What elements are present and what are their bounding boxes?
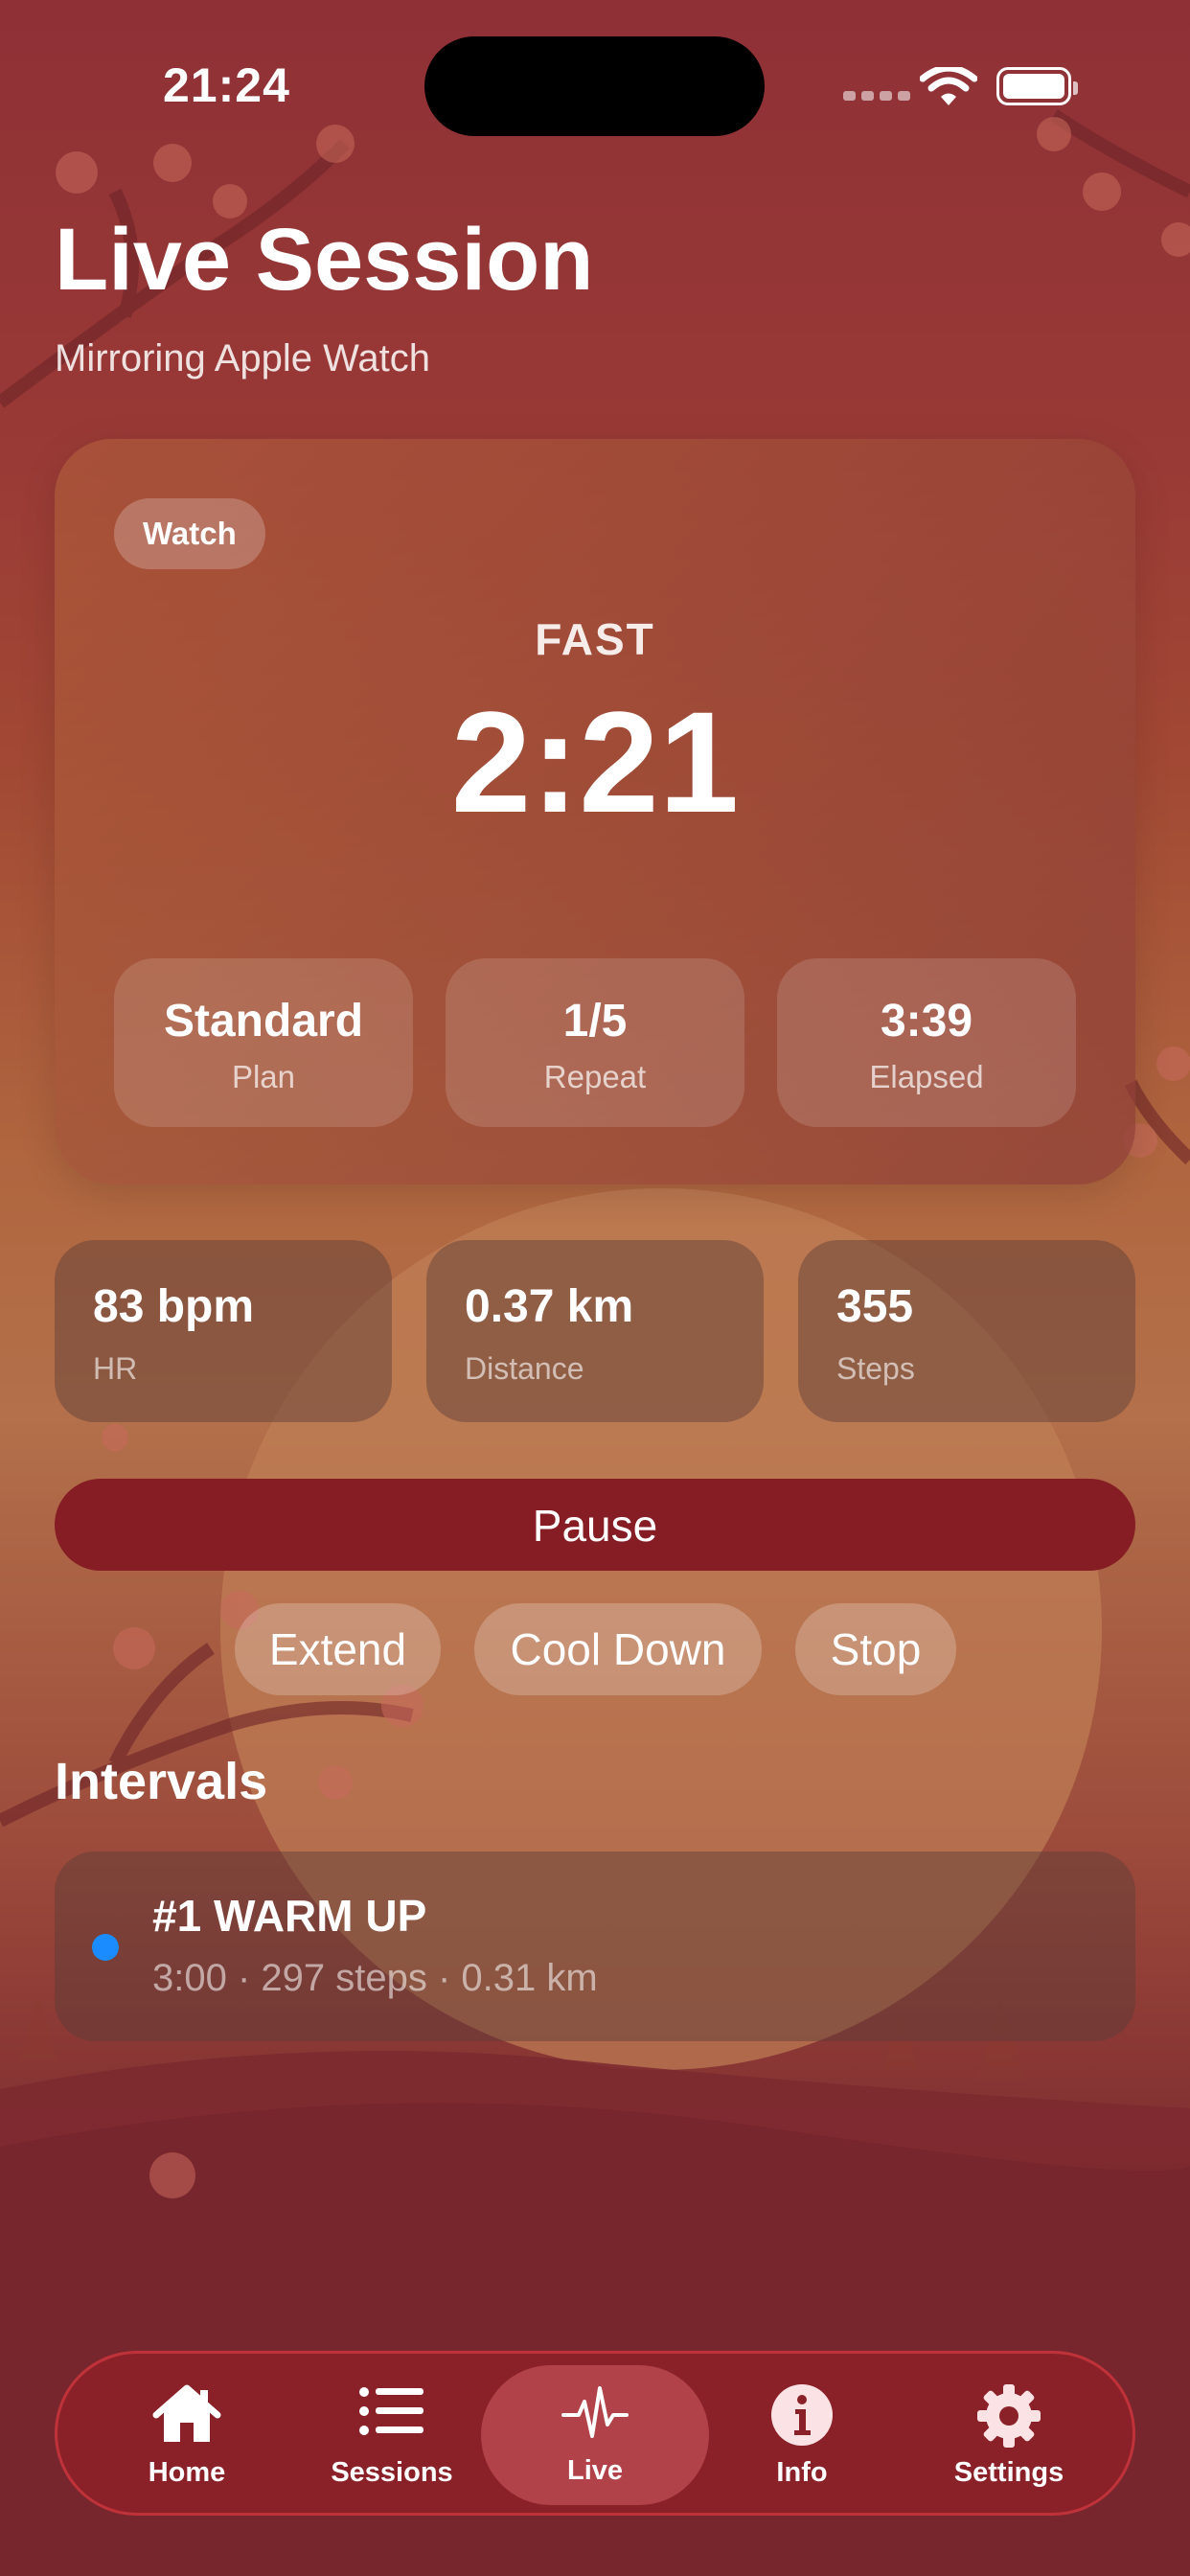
tab-home[interactable]: Home [86,2354,287,2513]
interval-detail: 3:00 · 297 steps · 0.31 km [152,1957,598,1999]
info-icon [771,2384,833,2446]
interval-row[interactable]: #1 WARM UP 3:00 · 297 steps · 0.31 km [55,1852,1135,2041]
wifi-icon [920,67,977,105]
status-time: 21:24 [163,58,290,112]
steps-metric: 355 Steps [798,1240,1135,1422]
cool-down-button[interactable]: Cool Down [474,1603,762,1695]
steps-value: 355 [836,1281,914,1332]
signal-icon [843,91,910,101]
countdown-timer: 2:21 [450,681,740,842]
repeat-tile: 1/5 Repeat [446,958,744,1127]
source-badge: Watch [114,498,265,569]
repeat-value: 1/5 [562,996,628,1046]
list-icon [359,2387,423,2435]
active-interval-dot [92,1934,119,1961]
dynamic-island [424,36,765,136]
distance-metric: 0.37 km Distance [426,1240,764,1422]
tab-sessions[interactable]: Sessions [291,2354,492,2513]
session-card: Watch FAST 2:21 Standard Plan 1/5 Repeat… [55,439,1135,1184]
tab-bar: Home Sessions Live Info Settings [55,2351,1135,2516]
tab-home-label: Home [148,2457,226,2488]
plan-tile: Standard Plan [114,958,413,1127]
steps-label: Steps [836,1351,915,1386]
phase-label: FAST [535,614,655,664]
repeat-label: Repeat [543,1059,647,1094]
tab-live-label: Live [566,2455,624,2486]
distance-value: 0.37 km [465,1281,634,1332]
hr-value: 83 bpm [93,1281,255,1332]
tab-settings[interactable]: Settings [908,2354,1110,2513]
hr-metric: 83 bpm HR [55,1240,392,1422]
page-subtitle: Mirroring Apple Watch [55,337,430,380]
tab-sessions-label: Sessions [331,2457,453,2488]
tab-info[interactable]: Info [701,2354,903,2513]
extend-button[interactable]: Extend [235,1603,441,1695]
plan-value: Standard [163,996,364,1046]
battery-icon [996,67,1078,105]
tab-live[interactable]: Live [481,2365,709,2505]
distance-label: Distance [465,1351,584,1386]
waveform-icon [561,2386,629,2438]
stop-button[interactable]: Stop [795,1603,956,1695]
tab-settings-label: Settings [953,2457,1064,2488]
elapsed-tile: 3:39 Elapsed [777,958,1076,1127]
page-title: Live Session [55,211,594,309]
house-icon [152,2384,221,2442]
elapsed-value: 3:39 [880,996,973,1046]
tab-info-label: Info [776,2457,828,2488]
elapsed-label: Elapsed [869,1059,984,1094]
intervals-heading: Intervals [55,1753,268,1810]
interval-title: #1 WARM UP [152,1891,427,1941]
hr-label: HR [93,1351,138,1386]
pause-button[interactable]: Pause [55,1479,1135,1571]
plan-label: Plan [231,1059,296,1094]
gear-icon [977,2384,1041,2448]
